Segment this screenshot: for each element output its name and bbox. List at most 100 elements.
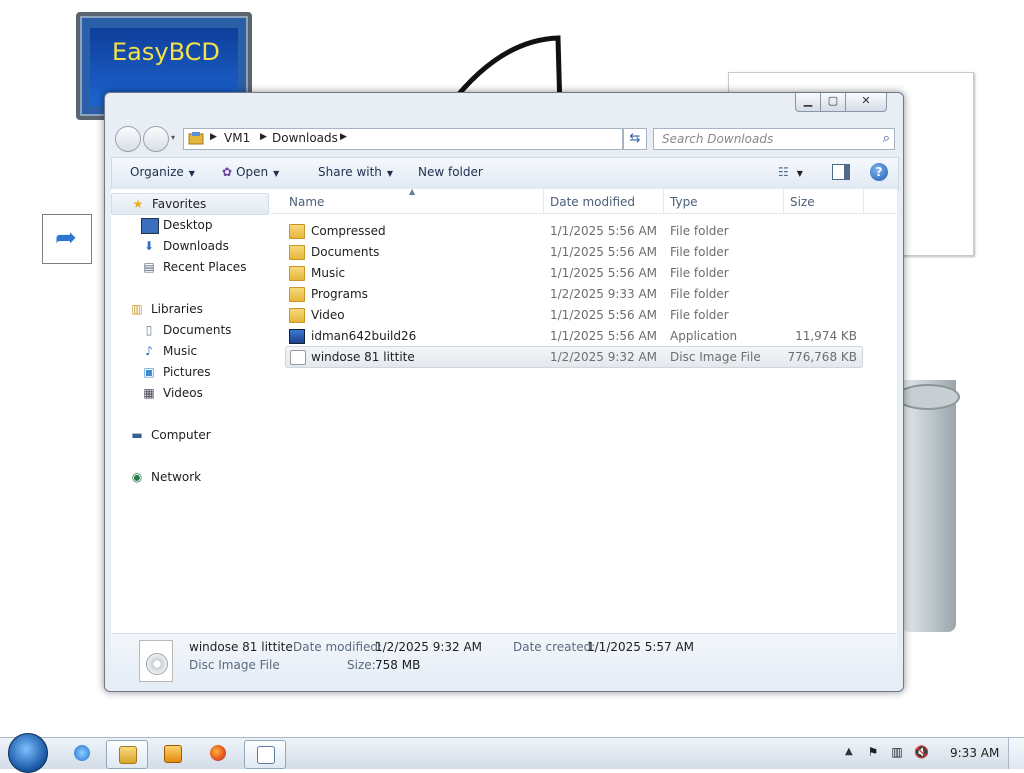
taskbar-firefox[interactable]	[198, 740, 238, 767]
details-file-name: windose 81 littite	[189, 640, 293, 654]
clock[interactable]: 9:33 AM	[950, 746, 999, 760]
file-type: Disc Image File	[670, 350, 761, 364]
sort-ascending-icon: ▲	[409, 187, 416, 196]
application-icon	[289, 329, 305, 344]
minimize-button[interactable]: ▁	[795, 93, 821, 112]
list-item[interactable]: Documents 1/1/2025 5:56 AM File folder	[285, 242, 861, 262]
nav-libraries[interactable]: ▥ Libraries	[111, 299, 269, 319]
column-date-modified[interactable]: Date modified	[550, 195, 635, 209]
show-hidden-icons[interactable]: ▲	[845, 746, 853, 757]
file-date: 1/1/2025 5:56 AM	[550, 329, 658, 343]
music-icon: ♪	[145, 344, 153, 358]
column-headers: Name ▲ Date modified Type Size	[271, 187, 897, 214]
network-tray-icon[interactable]: ▥	[890, 745, 904, 759]
column-divider[interactable]	[863, 189, 864, 213]
file-name: Video	[311, 308, 345, 322]
breadcrumb-downloads[interactable]: Downloads	[272, 131, 338, 145]
list-item[interactable]: idman642build26 1/1/2025 5:56 AM Applica…	[285, 326, 861, 346]
search-icon[interactable]: ⌕	[883, 131, 890, 146]
easybcd-label: EasyBCD	[112, 38, 220, 66]
list-item[interactable]: Music 1/1/2025 5:56 AM File folder	[285, 263, 861, 283]
breadcrumb-arrow-icon[interactable]: ▶	[260, 132, 267, 142]
organize-button[interactable]: Organize ▼	[130, 165, 195, 179]
nav-downloads-label: Downloads	[163, 239, 229, 253]
share-with-label: Share with	[318, 165, 382, 179]
file-type: File folder	[670, 224, 729, 238]
share-with-button[interactable]: Share with ▼	[318, 165, 393, 179]
search-input[interactable]: Search Downloads ⌕	[653, 128, 895, 150]
nav-desktop-label: Desktop	[163, 218, 213, 232]
chevron-down-icon: ▼	[188, 169, 195, 178]
column-divider[interactable]	[663, 189, 664, 213]
nav-network-label: Network	[151, 470, 202, 484]
recycle-bin-icon[interactable]	[896, 380, 960, 632]
navigation-pane: ★ Favorites Desktop ⬇ Downloads ▤ Recent…	[111, 189, 272, 633]
videos-icon: ▦	[143, 386, 155, 400]
preview-pane-icon[interactable]	[832, 164, 850, 180]
nav-downloads[interactable]: ⬇ Downloads	[111, 236, 269, 256]
help-icon[interactable]: ?	[870, 163, 888, 181]
close-button[interactable]: ✕	[845, 93, 887, 112]
address-bar[interactable]: ▶ VM1 ▶ Downloads ▶ ▼	[183, 128, 694, 150]
nav-music[interactable]: ♪ Music	[111, 341, 269, 361]
taskbar-app-window[interactable]	[244, 740, 286, 769]
nav-music-label: Music	[163, 344, 198, 358]
details-file-type: Disc Image File	[189, 658, 280, 672]
title-bar[interactable]: ▁ ▢ ✕	[105, 93, 903, 127]
nav-favorites[interactable]: ★ Favorites	[111, 193, 269, 215]
file-type: File folder	[670, 245, 729, 259]
nav-computer[interactable]: ▬ Computer	[111, 425, 269, 445]
forward-button[interactable]	[143, 126, 169, 152]
list-item[interactable]: Programs 1/2/2025 9:33 AM File folder	[285, 284, 861, 304]
column-name[interactable]: Name	[289, 195, 324, 209]
recent-pages-dropdown[interactable]: ▾	[171, 134, 179, 142]
nav-pictures[interactable]: ▣ Pictures	[111, 362, 269, 382]
nav-network[interactable]: ◉ Network	[111, 467, 269, 487]
libraries-icon: ▥	[131, 302, 143, 316]
disc-image-icon	[290, 350, 306, 365]
star-icon: ★	[132, 197, 144, 211]
breadcrumb-arrow-icon[interactable]: ▶	[340, 132, 347, 142]
volume-muted-icon[interactable]: 🔇	[914, 745, 929, 759]
nav-videos[interactable]: ▦ Videos	[111, 383, 269, 403]
show-desktop-button[interactable]	[1008, 738, 1024, 769]
folder-icon	[289, 308, 305, 323]
column-divider[interactable]	[543, 189, 544, 213]
breadcrumb-vm1[interactable]: VM1	[224, 131, 250, 145]
nav-documents-label: Documents	[163, 323, 232, 337]
file-name: windose 81 littite	[311, 350, 415, 364]
column-size[interactable]: Size	[790, 195, 815, 209]
internet-explorer-icon	[74, 745, 90, 761]
list-item[interactable]: Video 1/1/2025 5:56 AM File folder	[285, 305, 861, 325]
shortcut-icon[interactable]: ➦	[42, 214, 92, 264]
nav-documents[interactable]: ▯ Documents	[111, 320, 269, 340]
nav-recent-places[interactable]: ▤ Recent Places	[111, 257, 269, 277]
nav-pictures-label: Pictures	[163, 365, 211, 379]
taskbar-media-player[interactable]	[152, 740, 192, 767]
disc-icon	[146, 653, 168, 675]
breadcrumb-arrow-icon[interactable]: ▶	[210, 132, 217, 142]
list-item-selected[interactable]: windose 81 littite 1/2/2025 9:32 AM Disc…	[285, 346, 863, 368]
details-date-created-label: Date created:	[513, 640, 596, 654]
action-center-flag-icon[interactable]: ⚑	[866, 745, 880, 759]
folder-icon	[289, 266, 305, 281]
new-folder-button[interactable]: New folder	[418, 165, 483, 179]
start-button[interactable]	[8, 733, 48, 773]
view-list-icon: ☷	[778, 165, 789, 179]
back-button[interactable]	[115, 126, 141, 152]
nav-desktop[interactable]: Desktop	[111, 215, 269, 235]
refresh-button[interactable]: ⇆	[623, 128, 647, 150]
documents-icon: ▯	[145, 323, 153, 337]
maximize-button[interactable]: ▢	[820, 93, 846, 112]
details-size-label: Size:	[347, 658, 376, 672]
change-view-button[interactable]: ☷ ▼	[778, 165, 803, 179]
column-divider[interactable]	[783, 189, 784, 213]
list-item[interactable]: Compressed 1/1/2025 5:56 AM File folder	[285, 221, 861, 241]
column-type[interactable]: Type	[670, 195, 698, 209]
taskbar-windows-explorer[interactable]	[106, 740, 148, 769]
open-button[interactable]: ✿ Open ▼	[222, 165, 279, 179]
file-date: 1/1/2025 5:56 AM	[550, 266, 658, 280]
recent-places-icon: ▤	[143, 260, 155, 274]
nav-favorites-label: Favorites	[152, 197, 207, 211]
taskbar-internet-explorer[interactable]	[62, 740, 102, 767]
